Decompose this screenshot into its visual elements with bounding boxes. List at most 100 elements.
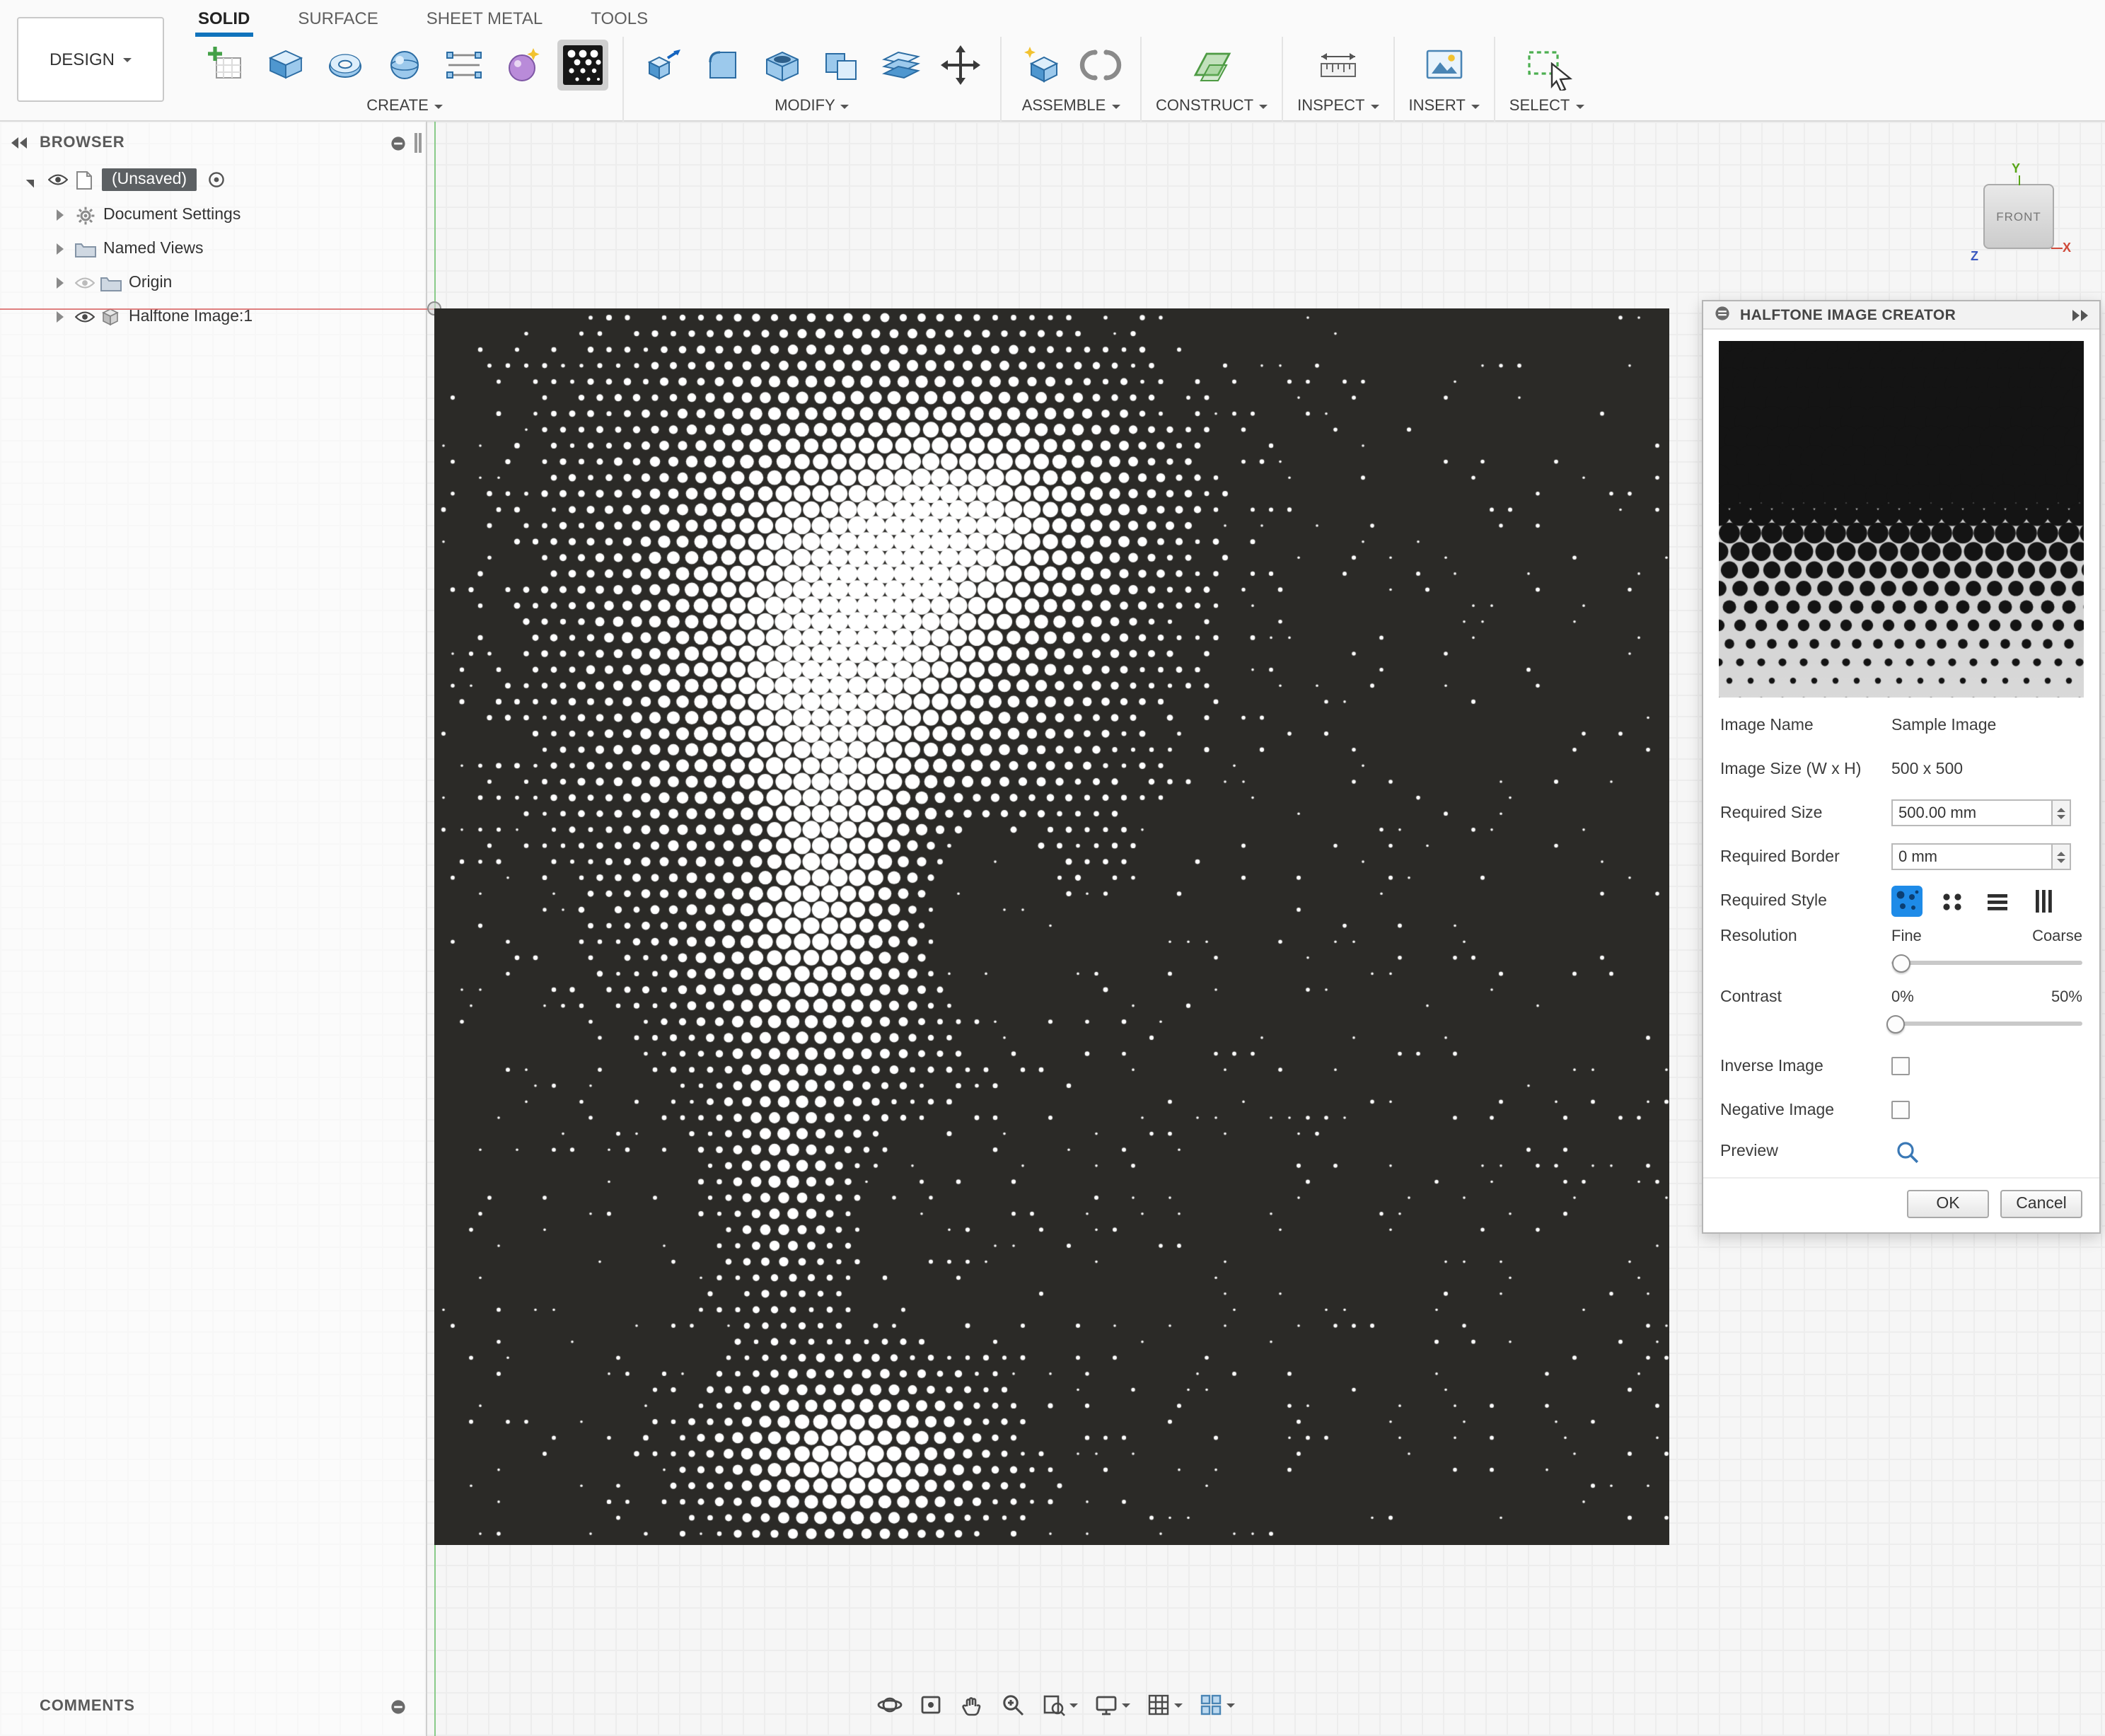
style-vertical-lines-icon[interactable] — [2027, 885, 2058, 916]
caret-down-icon — [1122, 1703, 1130, 1712]
fillet-icon[interactable] — [697, 40, 748, 91]
dialog-titlebar[interactable]: HALFTONE IMAGE CREATOR — [1703, 301, 2099, 330]
assemble-menu-button[interactable]: ASSEMBLE — [1022, 93, 1120, 119]
inspect-menu-label: INSPECT — [1297, 98, 1364, 115]
contrast-max-label: 50% — [2051, 989, 2082, 1006]
activate-target-icon[interactable] — [204, 171, 229, 188]
look-at-icon[interactable] — [915, 1689, 946, 1720]
panel-scroll-grip2[interactable] — [414, 133, 417, 153]
contrast-slider[interactable] — [1891, 1022, 2082, 1026]
dialog-expand-icon[interactable] — [2071, 309, 2088, 320]
display-settings-icon[interactable] — [1091, 1689, 1133, 1720]
construction-plane-icon[interactable] — [1186, 40, 1237, 91]
caret-down-icon — [123, 58, 132, 66]
expand-arrow-icon[interactable] — [26, 172, 42, 188]
orbit-icon[interactable] — [874, 1689, 905, 1720]
row-contrast: Contrast 0% 50% — [1720, 983, 2082, 1012]
new-component-icon[interactable] — [1016, 40, 1067, 91]
disclosure-arrow-icon[interactable] — [57, 243, 69, 255]
insert-menu-label: INSERT — [1409, 98, 1466, 115]
disclosure-arrow-icon[interactable] — [57, 209, 69, 221]
grid-settings-icon[interactable] — [1143, 1689, 1185, 1720]
tab-sheet-metal[interactable]: SHEET METAL — [427, 0, 543, 37]
disclosure-arrow-icon[interactable] — [57, 311, 69, 323]
viewcube[interactable]: FRONT Y X Z — [1978, 167, 2077, 269]
caret-down-icon — [841, 105, 849, 113]
required-border-input[interactable] — [1891, 843, 2053, 870]
inverse-image-checkbox[interactable] — [1891, 1057, 1910, 1075]
cancel-button[interactable]: Cancel — [2000, 1190, 2082, 1218]
row-required-style: Required Style — [1720, 879, 2082, 922]
browser-item-label[interactable]: Document Settings — [103, 207, 240, 224]
preview-magnifier-icon[interactable] — [1891, 1136, 1923, 1167]
browser-row-named-views[interactable]: Named Views — [0, 232, 426, 266]
halftone-creator-icon[interactable] — [557, 40, 608, 91]
halftone-image-body[interactable] — [434, 308, 1669, 1545]
toolbar-group-modify: MODIFY — [624, 37, 1002, 122]
style-horizontal-lines-icon[interactable] — [1982, 885, 2013, 916]
create-menu-button[interactable]: CREATE — [366, 93, 443, 119]
ok-button[interactable]: OK — [1907, 1190, 1989, 1218]
required-size-input[interactable] — [1891, 799, 2053, 826]
fit-icon[interactable] — [1038, 1689, 1081, 1720]
disclosure-arrow-icon[interactable] — [57, 277, 69, 289]
viewports-icon[interactable] — [1195, 1689, 1238, 1720]
negative-image-label: Negative Image — [1720, 1101, 1891, 1118]
negative-image-checkbox[interactable] — [1891, 1101, 1910, 1119]
create-sketch-icon[interactable] — [201, 40, 252, 91]
workspace-switcher-button[interactable]: DESIGN — [17, 17, 164, 102]
joint-icon[interactable] — [1075, 40, 1126, 91]
caret-down-icon — [1575, 105, 1584, 113]
tab-surface[interactable]: SURFACE — [298, 0, 378, 37]
box-icon[interactable] — [260, 40, 311, 91]
sphere-icon[interactable] — [379, 40, 430, 91]
panel-scroll-grip[interactable] — [419, 133, 422, 153]
combine-icon[interactable] — [816, 40, 867, 91]
browser-item-label[interactable]: Origin — [129, 274, 172, 291]
required-border-spinner[interactable] — [2053, 843, 2071, 870]
contrast-slider-thumb[interactable] — [1886, 1014, 1904, 1033]
comments-bar[interactable]: COMMENTS — [0, 1691, 426, 1722]
viewcube-front-face[interactable]: FRONT — [1983, 184, 2054, 249]
measure-icon[interactable] — [1313, 40, 1364, 91]
canvas-image-icon[interactable] — [1419, 40, 1470, 91]
collapse-panel-icon[interactable] — [11, 137, 28, 149]
tab-tools[interactable]: TOOLS — [591, 0, 648, 37]
construct-menu-button[interactable]: CONSTRUCT — [1156, 93, 1268, 119]
style-dot-grid-icon[interactable] — [1937, 885, 1968, 916]
modify-menu-button[interactable]: MODIFY — [775, 93, 849, 119]
resolution-slider[interactable] — [1891, 961, 2082, 965]
offset-face-icon[interactable] — [876, 40, 927, 91]
press-pull-icon[interactable] — [638, 40, 689, 91]
visibility-eye-off-icon[interactable] — [72, 276, 98, 290]
move-icon[interactable] — [935, 40, 986, 91]
tab-solid[interactable]: SOLID — [198, 0, 250, 37]
required-size-spinner[interactable] — [2053, 799, 2071, 826]
browser-row-halftone-image[interactable]: Halftone Image:1 — [0, 300, 426, 334]
comments-options-icon[interactable] — [390, 1699, 406, 1714]
inspect-menu-button[interactable]: INSPECT — [1297, 93, 1379, 119]
create-form-icon[interactable] — [498, 40, 549, 91]
panel-options-icon[interactable] — [390, 135, 406, 151]
insert-menu-button[interactable]: INSERT — [1409, 93, 1480, 119]
browser-item-label[interactable]: Halftone Image:1 — [129, 308, 253, 325]
torus-icon[interactable] — [320, 40, 371, 91]
browser-item-label[interactable]: Named Views — [103, 241, 204, 257]
zoom-icon[interactable] — [997, 1689, 1028, 1720]
mouse-cursor — [1550, 62, 1573, 98]
style-halftone-dots-icon[interactable] — [1891, 885, 1923, 916]
visibility-eye-icon[interactable] — [45, 173, 71, 187]
resolution-slider-thumb[interactable] — [1892, 954, 1910, 972]
browser-row-document-settings[interactable]: Document Settings — [0, 198, 426, 232]
row-image-size: Image Size (W x H) 500 x 500 — [1720, 747, 2082, 791]
visibility-eye-icon[interactable] — [72, 310, 98, 324]
pan-icon[interactable] — [956, 1689, 987, 1720]
dialog-footer: OK Cancel — [1703, 1177, 2099, 1232]
browser-row-root[interactable]: (Unsaved) — [0, 163, 426, 197]
shell-icon[interactable] — [757, 40, 808, 91]
browser-item-label-root[interactable]: (Unsaved) — [102, 168, 197, 191]
ribbon-groups: CREATE — [187, 37, 1598, 122]
image-name-label: Image Name — [1720, 717, 1891, 734]
rectangular-pattern-icon[interactable] — [439, 40, 489, 91]
browser-row-origin[interactable]: Origin — [0, 266, 426, 300]
